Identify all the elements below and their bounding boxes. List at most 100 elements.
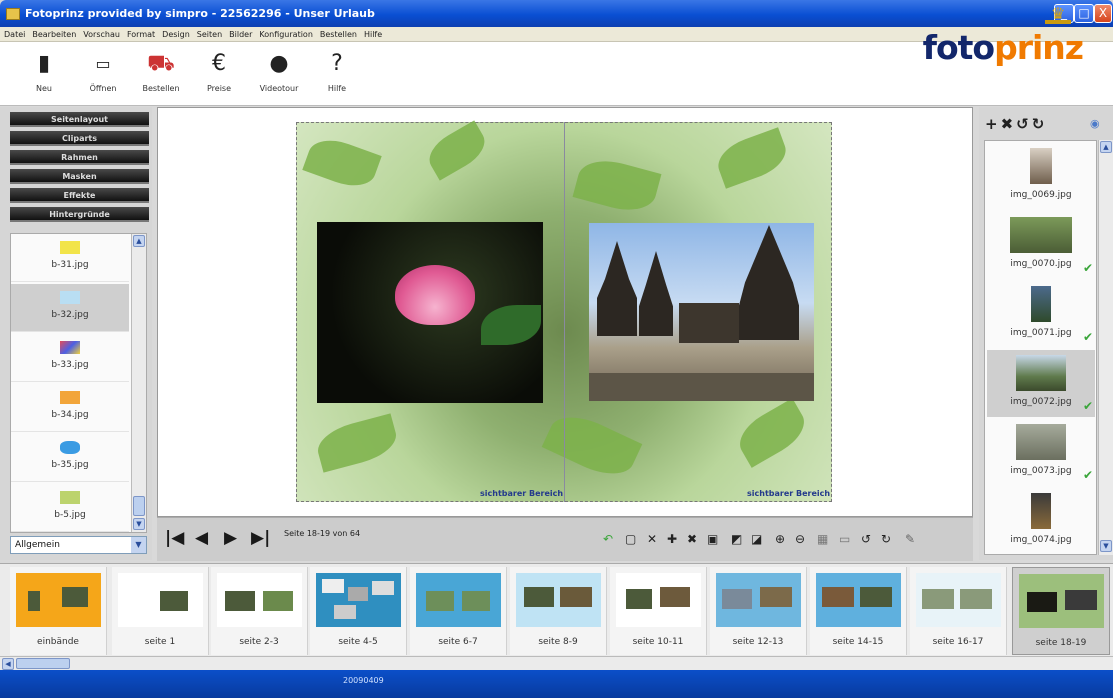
scroll-left-icon[interactable]: ◀ [2, 658, 14, 670]
menu-bearbeiten[interactable]: Bearbeiten [32, 30, 76, 39]
right-scrollbar[interactable]: ▲ ▼ [1098, 140, 1113, 555]
list-item[interactable]: img_0071.jpg ✔ [987, 281, 1095, 348]
menu-bestellen[interactable]: Bestellen [320, 30, 357, 39]
background-thumbnail [60, 391, 80, 404]
rotate-right-icon[interactable]: ↻ [881, 532, 891, 546]
page-thumbnail-seite-4-5[interactable]: seite 4-5 [310, 567, 407, 655]
menu-format[interactable]: Format [127, 30, 155, 39]
rotate-left-icon[interactable]: ↺ [861, 532, 871, 546]
scroll-thumb[interactable] [133, 496, 145, 516]
close-button[interactable]: X [1094, 4, 1112, 23]
next-page-icon[interactable]: ▶ [224, 528, 237, 548]
background-thumbnail [60, 441, 80, 454]
last-page-icon[interactable]: ▶| [251, 528, 270, 548]
zoom-in-icon[interactable]: ⊕ [775, 532, 785, 546]
menu-seiten[interactable]: Seiten [197, 30, 222, 39]
category-hintergruende[interactable]: Hintergründe [10, 207, 149, 222]
delete-image-icon[interactable]: ✖ [1001, 115, 1017, 133]
add-icon[interactable]: ✚ [667, 532, 677, 546]
cart-icon: ⛟ [147, 51, 175, 76]
page-thumbnail-seite-8-9[interactable]: seite 8-9 [510, 567, 607, 655]
video-icon: ● [269, 51, 289, 76]
previous-page-icon[interactable]: ◀ [195, 528, 208, 548]
crown-icon: ♛ [1045, 6, 1071, 24]
category-effekte[interactable]: Effekte [10, 188, 149, 203]
undo-icon[interactable]: ↶ [603, 532, 613, 546]
category-seitenlayout[interactable]: Seitenlayout [10, 112, 149, 127]
scroll-up-icon[interactable]: ▲ [133, 235, 145, 247]
first-page-icon[interactable]: |◀ [165, 528, 184, 548]
background-list: b-31.jpg b-32.jpg b-33.jpg b-34.jpg b-35… [10, 233, 147, 533]
status-text: 20090409 [343, 676, 384, 685]
page-thumbnail-einbaende[interactable]: einbände [10, 567, 107, 655]
help-icon: ? [331, 51, 343, 76]
image-thumbnail [1030, 148, 1052, 184]
order-button[interactable]: ⛟ Bestellen [136, 51, 186, 94]
list-item[interactable]: b-32.jpg [11, 284, 129, 332]
list-item[interactable]: img_0070.jpg ✔ [987, 212, 1095, 279]
help-button[interactable]: ? Hilfe [312, 51, 362, 94]
crop-icon[interactable]: ✕ [647, 532, 657, 546]
list-item[interactable]: b-33.jpg [11, 334, 129, 382]
fit-icon[interactable]: ▦ [817, 532, 828, 546]
list-item[interactable]: img_0074.jpg [987, 488, 1095, 554]
delete-icon[interactable]: ✖ [687, 532, 697, 546]
rotate-left-icon[interactable]: ↺ [1016, 115, 1032, 133]
left-scrollbar[interactable]: ▲ ▼ [131, 234, 146, 532]
page-strip-scrollbar[interactable]: ◀ [0, 656, 1113, 670]
fullscreen-icon[interactable]: ▭ [839, 532, 850, 546]
list-item[interactable]: b-35.jpg [11, 434, 129, 482]
list-item[interactable]: b-5.jpg [11, 484, 129, 532]
menu-konfiguration[interactable]: Konfiguration [259, 30, 313, 39]
image-thumbnail [1016, 355, 1066, 391]
scroll-thumb[interactable] [16, 658, 70, 669]
prices-button[interactable]: € Preise [194, 51, 244, 94]
scroll-up-icon[interactable]: ▲ [1100, 141, 1112, 153]
camera-icon[interactable]: ▢ [625, 532, 636, 546]
open-icon: ▭ [95, 54, 111, 73]
send-back-icon[interactable]: ◪ [751, 532, 762, 546]
menu-design[interactable]: Design [162, 30, 190, 39]
visible-area-label-right: sichtbarer Bereich [747, 489, 831, 498]
open-button[interactable]: ▭ Öffnen [78, 52, 128, 93]
page-thumbnail-seite-1[interactable]: seite 1 [112, 567, 209, 655]
page-thumbnail-seite-12-13[interactable]: seite 12-13 [710, 567, 807, 655]
page-thumbnail-seite-10-11[interactable]: seite 10-11 [610, 567, 707, 655]
list-item[interactable]: img_0072.jpg ✔ [987, 350, 1095, 417]
videotour-button[interactable]: ● Videotour [254, 51, 304, 94]
new-button[interactable]: ▮ Neu [19, 52, 69, 94]
page-thumbnail-seite-14-15[interactable]: seite 14-15 [810, 567, 907, 655]
menu-vorschau[interactable]: Vorschau [83, 30, 120, 39]
list-item[interactable]: img_0069.jpg [987, 143, 1095, 210]
list-item[interactable]: b-31.jpg [11, 234, 129, 282]
add-image-icon[interactable]: + [985, 115, 1001, 133]
view-icon[interactable]: ◉ [1090, 117, 1100, 130]
bring-front-icon[interactable]: ◩ [731, 532, 742, 546]
fotoprinz-logo: fotoprinz [922, 28, 1084, 67]
scroll-down-icon[interactable]: ▼ [133, 518, 145, 530]
scroll-down-icon[interactable]: ▼ [1100, 540, 1112, 552]
euro-icon: € [212, 51, 226, 76]
image-thumbnail [1010, 217, 1072, 253]
copy-icon[interactable]: ▣ [707, 532, 718, 546]
category-cliparts[interactable]: Cliparts [10, 131, 149, 146]
category-masken[interactable]: Masken [10, 169, 149, 184]
page-thumbnail-seite-2-3[interactable]: seite 2-3 [211, 567, 308, 655]
list-item[interactable]: b-34.jpg [11, 384, 129, 432]
zoom-out-icon[interactable]: ⊖ [795, 532, 805, 546]
tool-icon[interactable]: ✎ [905, 532, 915, 546]
list-item[interactable]: img_0073.jpg ✔ [987, 419, 1095, 486]
category-rahmen[interactable]: Rahmen [10, 150, 149, 165]
page-thumbnail-seite-18-19[interactable]: seite 18-19 [1012, 567, 1110, 655]
maximize-button[interactable]: □ [1074, 4, 1094, 23]
background-thumbnail [60, 341, 80, 354]
menu-datei[interactable]: Datei [4, 30, 25, 39]
rotate-right-icon[interactable]: ↻ [1032, 115, 1048, 133]
menu-bilder[interactable]: Bilder [229, 30, 252, 39]
page-thumbnail-seite-16-17[interactable]: seite 16-17 [910, 567, 1007, 655]
lotus-flower [395, 265, 475, 325]
photo-temple[interactable] [589, 223, 814, 401]
page-thumbnail-seite-6-7[interactable]: seite 6-7 [410, 567, 507, 655]
menu-hilfe[interactable]: Hilfe [364, 30, 382, 39]
category-dropdown[interactable]: Allgemein ▼ [10, 536, 147, 554]
